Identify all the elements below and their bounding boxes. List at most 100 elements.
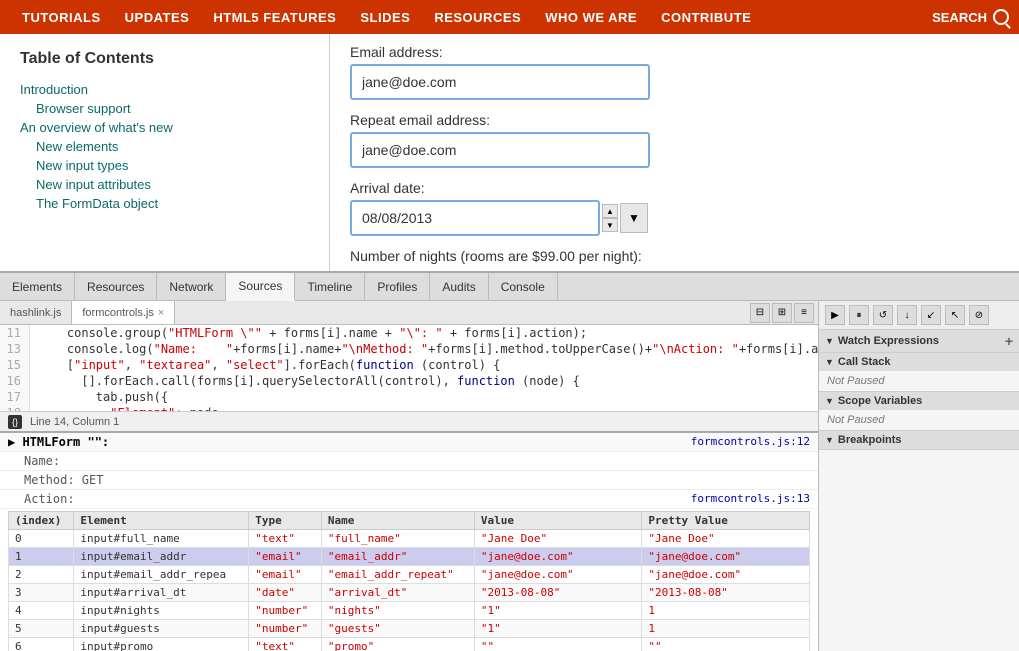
date-down-btn[interactable]: ▼: [602, 218, 618, 232]
code-area: 11 console.group("HTMLForm \"" + forms[i…: [0, 325, 818, 411]
table-row: 3input#arrival_dt"date""arrival_dt""2013…: [9, 584, 810, 602]
debug-panel: ▶ ⏸ ↺ ↓ ↙ ↖ ⊘ ▼ Watch Expressions + ▼ Ca…: [819, 301, 1019, 651]
nav-slides[interactable]: SLIDES: [348, 0, 422, 34]
menu-btn[interactable]: ≡: [794, 303, 814, 323]
table-row: 4input#nights"number""nights""1"1: [9, 602, 810, 620]
repeat-email-input[interactable]: [350, 132, 650, 168]
search-button[interactable]: SEARCH: [932, 9, 1009, 25]
toc-new-input-attrs[interactable]: New input attributes: [20, 175, 309, 194]
code-line-11: 11 console.group("HTMLForm \"" + forms[i…: [0, 325, 818, 341]
debug-pause-btn[interactable]: ⏸: [849, 305, 869, 325]
toc-overview[interactable]: An overview of what's new: [20, 118, 309, 137]
add-watch-btn[interactable]: +: [1005, 333, 1013, 349]
debug-step-out-btn[interactable]: ↖: [945, 305, 965, 325]
table-cell-value: "": [474, 638, 642, 651]
table-row: 0input#full_name"text""full_name""Jane D…: [9, 530, 810, 548]
table-cell-index: 0: [9, 530, 74, 548]
tab-timeline[interactable]: Timeline: [295, 273, 365, 300]
table-cell-pretty: "jane@doe.com": [642, 566, 810, 584]
tab-elements[interactable]: Elements: [0, 273, 75, 300]
arrival-date-input[interactable]: [350, 200, 600, 236]
watch-arrow: ▼: [825, 336, 834, 346]
breakpoints-arrow: ▼: [825, 435, 834, 445]
nav-tutorials[interactable]: TUTORIALS: [10, 0, 113, 34]
page-content: Email address: Repeat email address: Arr…: [330, 34, 1019, 271]
debug-reload-btn[interactable]: ↺: [873, 305, 893, 325]
tab-resources[interactable]: Resources: [75, 273, 157, 300]
devtools-panel: Elements Resources Network Sources Timel…: [0, 271, 1019, 651]
console-output: ▶ HTMLForm "": formcontrols.js:12 Name: …: [0, 431, 818, 651]
callstack-header[interactable]: ▼ Call Stack: [819, 353, 1019, 371]
email-input[interactable]: [350, 64, 650, 100]
table-cell-index: 2: [9, 566, 74, 584]
devtools-tabs: Elements Resources Network Sources Timel…: [0, 273, 1019, 301]
file-tab-formcontrols[interactable]: formcontrols.js ×: [72, 301, 175, 324]
date-up-btn[interactable]: ▲: [602, 204, 618, 218]
collapse-btn[interactable]: ⊟: [750, 303, 770, 323]
console-action-row: Action: formcontrols.js:13: [0, 490, 818, 509]
table-cell-element: input#arrival_dt: [74, 584, 249, 602]
nav-html5features[interactable]: HTML5 FEATURES: [201, 0, 348, 34]
nav-contribute[interactable]: CONTRIBUTE: [649, 0, 763, 34]
tab-audits[interactable]: Audits: [430, 273, 488, 300]
table-cell-type: "date": [249, 584, 322, 602]
console-table-row: (index) Element Type Name Value Pretty V…: [0, 509, 818, 651]
nav-updates[interactable]: UPDATES: [113, 0, 202, 34]
scope-header[interactable]: ▼ Scope Variables: [819, 392, 1019, 410]
toc-introduction[interactable]: Introduction: [20, 80, 309, 99]
callstack-section: ▼ Call Stack Not Paused: [819, 353, 1019, 392]
toc-new-elements[interactable]: New elements: [20, 137, 309, 156]
toc-formdata[interactable]: The FormData object: [20, 194, 309, 213]
table-cell-type: "text": [249, 638, 322, 651]
file-tab-hashlink[interactable]: hashlink.js: [0, 301, 72, 324]
console-link-2[interactable]: formcontrols.js:13: [691, 492, 810, 505]
file-tab-close[interactable]: ×: [158, 307, 164, 319]
breakpoints-label: Breakpoints: [838, 434, 902, 446]
debug-play-btn[interactable]: ▶: [825, 305, 845, 325]
table-row: 6input#promo"text""promo""""": [9, 638, 810, 651]
table-cell-element: input#promo: [74, 638, 249, 651]
tab-profiles[interactable]: Profiles: [365, 273, 430, 300]
table-cell-index: 3: [9, 584, 74, 602]
table-cell-index: 5: [9, 620, 74, 638]
nav-whoweare[interactable]: WHO WE ARE: [533, 0, 649, 34]
code-line-16: 16 [].forEach.call(forms[i].querySelecto…: [0, 373, 818, 389]
debug-step-over-btn[interactable]: ↓: [897, 305, 917, 325]
expand-btn[interactable]: ⊞: [772, 303, 792, 323]
console-expand-row: ▶ HTMLForm "": formcontrols.js:12: [0, 433, 818, 452]
scope-section: ▼ Scope Variables Not Paused: [819, 392, 1019, 431]
scope-arrow: ▼: [825, 396, 834, 406]
tab-sources[interactable]: Sources: [226, 273, 295, 301]
console-link-1[interactable]: formcontrols.js:12: [691, 435, 810, 448]
table-cell-pretty: "jane@doe.com": [642, 548, 810, 566]
toc-browser-support[interactable]: Browser support: [20, 99, 309, 118]
watch-expressions-header[interactable]: ▼ Watch Expressions +: [819, 330, 1019, 352]
file-tabs-actions: ⊟ ⊞ ≡: [746, 301, 818, 324]
watch-label: Watch Expressions: [838, 335, 939, 347]
sidebar: Table of Contents Introduction Browser s…: [0, 34, 330, 271]
table-cell-name: "promo": [321, 638, 474, 651]
debug-deactivate-btn[interactable]: ⊘: [969, 305, 989, 325]
table-cell-pretty: 1: [642, 620, 810, 638]
table-cell-name: "full_name": [321, 530, 474, 548]
nav-resources[interactable]: RESOURCES: [422, 0, 533, 34]
file-tabs: hashlink.js formcontrols.js × ⊟ ⊞ ≡: [0, 301, 818, 325]
code-line-15: 15 ["input", "textarea", "select"].forEa…: [0, 357, 818, 373]
table-cell-name: "arrival_dt": [321, 584, 474, 602]
table-cell-name: "nights": [321, 602, 474, 620]
tab-network[interactable]: Network: [157, 273, 226, 300]
email-label: Email address:: [350, 44, 999, 60]
toc-title: Table of Contents: [20, 50, 309, 68]
table-cell-value: "1": [474, 620, 642, 638]
table-cell-element: input#guests: [74, 620, 249, 638]
console-method-row: Method: GET: [0, 471, 818, 490]
toc-new-input-types[interactable]: New input types: [20, 156, 309, 175]
tab-console[interactable]: Console: [489, 273, 558, 300]
table-cell-value: "Jane Doe": [474, 530, 642, 548]
th-element: Element: [74, 512, 249, 530]
console-name: Name:: [8, 454, 60, 468]
table-cell-type: "email": [249, 566, 322, 584]
debug-step-in-btn[interactable]: ↙: [921, 305, 941, 325]
breakpoints-header[interactable]: ▼ Breakpoints: [819, 431, 1019, 449]
date-dropdown-btn[interactable]: ▼: [620, 203, 648, 233]
